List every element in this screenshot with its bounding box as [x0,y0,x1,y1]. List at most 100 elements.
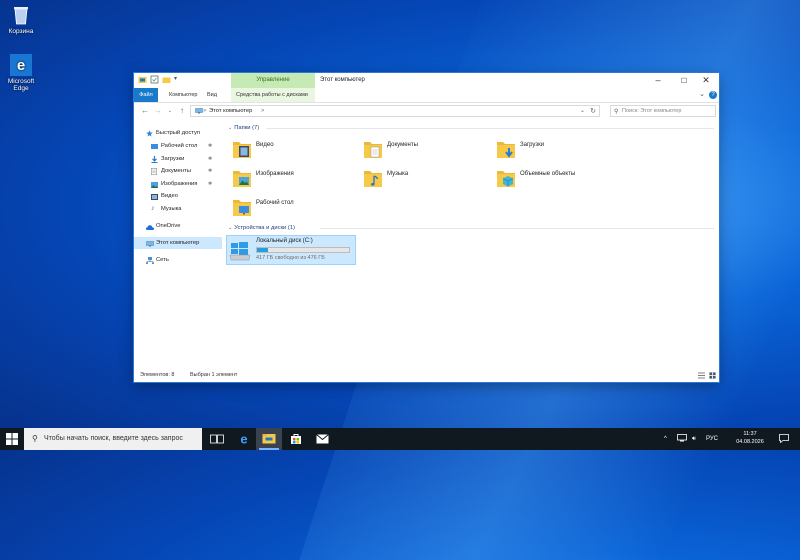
documents-folder-icon [363,138,383,160]
sidebar-item-pictures[interactable]: Изображения ✱ [134,178,222,190]
new-folder-icon[interactable] [162,75,171,84]
context-tab-manage[interactable]: Управление [231,73,315,88]
forward-button[interactable]: → [153,106,163,116]
explorer-window: ▾ Управление Этот компьютер – ☐ ✕ Файл К… [134,73,719,382]
status-item-count: Элементов: 8 [140,372,175,378]
desktop-folder-icon [232,196,252,218]
pin-icon: ✱ [208,143,213,149]
edge-icon: e [10,54,32,76]
properties-icon[interactable] [150,75,159,84]
address-bar[interactable]: > Этот компьютер > ⌄ ↻ [190,105,600,117]
breadcrumb-separator: > [261,108,265,114]
group-header-devices[interactable]: ⌄ Устройства и диски (1) [228,223,295,233]
desktop-icon-label: Корзина [8,28,34,35]
tab-drive-tools[interactable]: Средства работы с дисками [231,88,315,102]
group-divider [266,128,714,129]
close-icon: ✕ [702,75,710,85]
ribbon-tabs: Файл Компьютер Вид Средства работы с дис… [134,88,719,103]
search-icon: ⚲ [32,434,38,443]
title-bar[interactable]: ▾ Управление Этот компьютер – ☐ ✕ [134,73,719,88]
close-button[interactable]: ✕ [693,73,719,88]
sidebar-item-downloads[interactable]: Загрузки ✱ [134,153,222,165]
taskbar-search-box[interactable]: ⚲ Чтобы начать поиск, введите здесь запр… [24,428,202,450]
pin-icon: ✱ [208,155,213,162]
taskbar-app-store[interactable] [283,428,309,450]
taskbar-search-placeholder: Чтобы начать поиск, введите здесь запрос [44,435,183,442]
windows-drive-icon [229,239,251,261]
volume-icon[interactable]: 🔊︎ [692,428,696,450]
navigation-bar: ← → ⌄ ↑ > Этот компьютер > ⌄ ↻ ⚲ Поиск: … [134,103,719,119]
video-folder-icon [232,138,252,160]
sidebar-item-onedrive[interactable]: OneDrive [134,220,222,232]
computer-icon [146,240,154,247]
drive-usage-fill [257,248,269,252]
search-icon: ⚲ [614,109,619,115]
arrow-right-icon: → [154,106,162,115]
search-box[interactable]: ⚲ Поиск: Этот компьютер [610,105,716,117]
tab-file[interactable]: Файл [134,88,158,102]
store-bag-icon [291,434,301,444]
music-icon: ♪ [151,204,155,212]
sidebar-item-videos[interactable]: Видео [134,190,222,202]
desktop-icon-recycle-bin[interactable]: Корзина [2,4,40,35]
folder-downloads[interactable]: Загрузки [492,136,612,162]
navigation-pane: Быстрый доступ Рабочий стол ✱ Загрузки ✱… [134,123,222,368]
taskbar-app-edge[interactable]: e [231,428,257,450]
task-view-button[interactable] [204,428,230,450]
notifications-icon[interactable] [779,428,789,450]
folder-music[interactable]: Музыка [359,165,479,191]
sidebar-item-music[interactable]: ♪ Музыка [134,203,222,215]
recycle-bin-icon [10,4,32,26]
pin-icon: ✱ [208,168,213,174]
drive-local-c[interactable]: Локальный диск (C:) 417 ГБ свободно из 4… [226,235,356,265]
star-icon [146,130,153,137]
taskbar-app-explorer[interactable] [256,428,282,450]
details-view-icon[interactable] [698,372,705,379]
sidebar-item-network[interactable]: Сеть [134,254,222,266]
sidebar-item-documents[interactable]: Документы ✱ [134,165,222,177]
pictures-folder-icon [232,167,252,189]
tiles-view-icon[interactable] [709,372,716,379]
ribbon-expand-icon[interactable]: ⌄ [697,90,707,100]
pin-icon: ✱ [208,180,213,187]
address-history-chevron-icon[interactable]: ⌄ [580,106,585,117]
file-explorer-icon [262,434,276,444]
up-button[interactable]: ↑ [177,106,187,116]
network-icon[interactable] [677,428,687,450]
svg-text:e: e [240,433,247,445]
onedrive-cloud-icon [146,223,154,230]
help-icon[interactable]: ? [709,91,717,99]
status-selected-count: Выбран 1 элемент [190,372,238,378]
sidebar-item-quick-access[interactable]: Быстрый доступ [134,127,222,139]
quick-access-toolbar: ▾ [138,75,180,84]
svg-text:e: e [17,57,25,74]
group-header-folders[interactable]: ⌄ Папки (7) [228,123,259,133]
recent-locations-button[interactable]: ⌄ [165,106,175,116]
clock-date: 04.08.2026 [736,438,764,445]
sidebar-item-desktop[interactable]: Рабочий стол ✱ [134,140,222,152]
desktop-icon [151,143,158,149]
start-button[interactable] [6,433,18,445]
back-button[interactable]: ← [140,106,150,116]
tab-computer[interactable]: Компьютер [164,88,202,102]
minimize-button[interactable]: – [645,73,671,88]
folder-pictures[interactable]: Изображения [228,165,348,191]
search-placeholder: Поиск: Этот компьютер [622,108,682,114]
taskbar-app-mail[interactable] [309,428,335,450]
tab-view[interactable]: Вид [202,88,222,102]
music-folder-icon [363,167,383,189]
sidebar-item-this-pc[interactable]: Этот компьютер [134,237,222,249]
desktop-icon-edge[interactable]: e Microsoft Edge [2,54,40,92]
folder-documents[interactable]: Документы [359,136,479,162]
chevron-down-icon: ⌄ [228,225,233,231]
breadcrumb-this-pc[interactable]: Этот компьютер [209,106,252,117]
folder-videos[interactable]: Видео [228,136,348,162]
input-language-indicator[interactable]: РУС [706,428,718,450]
qat-customize-chevron-icon[interactable]: ▾ [174,75,180,84]
tray-overflow-chevron-icon[interactable]: ^ [664,428,667,450]
clock-time: 11:37 [743,431,757,437]
refresh-icon[interactable]: ↻ [590,106,596,117]
folder-3d-objects[interactable]: Объемные объекты [492,165,612,191]
folder-desktop[interactable]: Рабочий стол [228,194,348,220]
taskbar-clock[interactable]: 11:37 04.08.2026 [733,431,767,446]
